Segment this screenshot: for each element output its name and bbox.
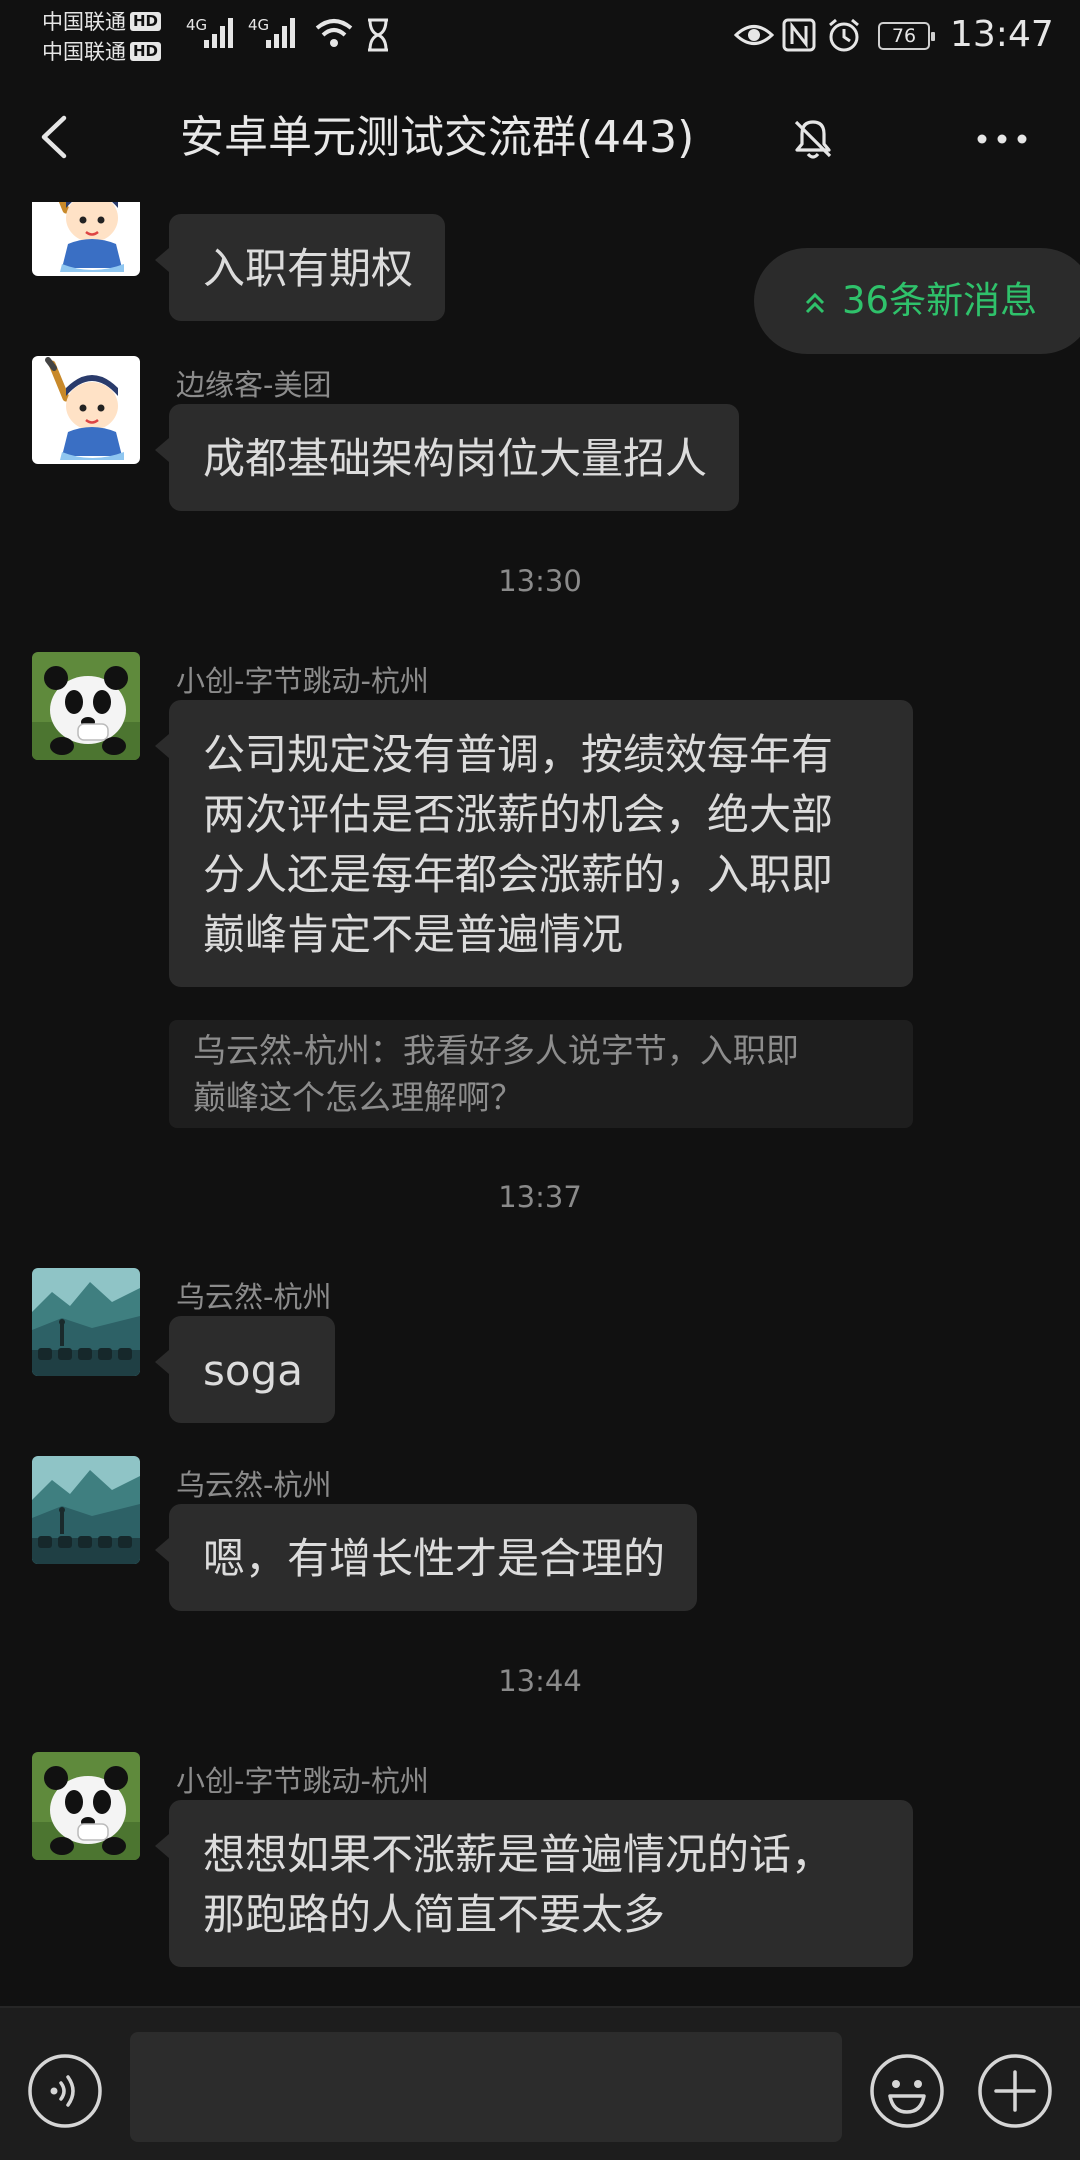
new-messages-label: 36条新消息 <box>842 279 1038 322</box>
sender-name: 小创-字节跳动-杭州 <box>176 664 429 698</box>
message-bubble[interactable]: 公司规定没有普调，按绩效每年有 两次评估是否涨薪的机会，绝大部 分人还是每年都会… <box>155 700 913 987</box>
voice-icon[interactable] <box>26 2052 104 2130</box>
eye-icon <box>734 25 774 45</box>
sender-name: 乌云然-杭州 <box>176 1280 332 1314</box>
chat-header: 安卓单元测试交流群(443) <box>0 72 1080 202</box>
emoji-icon[interactable] <box>868 2052 946 2130</box>
message-text: 成都基础架构岗位大量招人 <box>203 434 708 483</box>
signal-icon <box>204 18 233 48</box>
signal-icon-2 <box>266 18 295 48</box>
group-title: 安卓单元测试交流群(443) <box>180 112 695 163</box>
carrier-2-label: 中国联通 <box>42 40 126 64</box>
bell-off-icon[interactable] <box>790 116 836 162</box>
message-text: soga <box>203 1346 303 1395</box>
panda-avatar[interactable] <box>32 652 140 760</box>
back-chevron-icon[interactable] <box>30 110 84 164</box>
message-line: 分人还是每年都会涨薪的，入职即 <box>203 850 834 899</box>
input-bar <box>0 2006 1080 2160</box>
message-input[interactable] <box>130 2032 842 2142</box>
message-line: 想想如果不涨薪是普遍情况的话， <box>203 1830 834 1879</box>
message-line: 公司规定没有普调，按绩效每年有 <box>203 730 834 779</box>
carrier-info: 中国联通 HD 中国联通 HD <box>42 6 182 66</box>
nfc-icon <box>782 18 816 52</box>
message-bubble[interactable]: 入职有期权 <box>154 214 446 321</box>
message-list[interactable]: 入职有期权 36条新消息 边缘客-美团 成都基础架构岗位大量招人 13:30 小… <box>0 202 1080 2006</box>
message-line: 巅峰肯定不是普遍情况 <box>203 910 624 959</box>
panda-avatar[interactable] <box>32 1752 140 1860</box>
quote-line: 乌云然-杭州：我看好多人说字节，入职即 <box>193 1031 799 1070</box>
quoted-message[interactable]: 乌云然-杭州：我看好多人说字节，入职即 巅峰这个怎么理解啊？ <box>169 1020 913 1128</box>
message-bubble[interactable]: soga <box>155 1316 335 1423</box>
hd-badge: HD <box>130 11 162 31</box>
more-dots-icon[interactable] <box>972 116 1032 162</box>
landscape-avatar[interactable] <box>32 1456 140 1564</box>
message-line: 那跑路的人简直不要太多 <box>203 1890 666 1939</box>
timestamp: 13:30 <box>498 564 582 598</box>
carrier-1-label: 中国联通 <box>42 10 126 34</box>
alarm-icon <box>829 18 859 52</box>
battery-indicator: 76 <box>878 22 935 50</box>
double-chevron-up-icon <box>805 292 825 314</box>
message-text: 入职有期权 <box>203 244 414 293</box>
status-bar: 中国联通 HD 中国联通 HD 4G 4G 76 13:47 <box>0 0 1080 72</box>
cartoon-painter-avatar[interactable] <box>32 356 140 464</box>
plus-icon[interactable] <box>976 2052 1054 2130</box>
sender-name: 边缘客-美团 <box>176 368 332 402</box>
landscape-avatar[interactable] <box>32 1268 140 1376</box>
message-bubble[interactable]: 成都基础架构岗位大量招人 <box>154 404 740 511</box>
clock: 13:47 <box>950 14 1054 55</box>
sender-name: 小创-字节跳动-杭州 <box>176 1764 429 1798</box>
hourglass-icon <box>368 18 388 52</box>
cartoon-painter-avatar[interactable] <box>32 202 140 276</box>
quote-line: 巅峰这个怎么理解啊？ <box>193 1078 523 1117</box>
message-bubble[interactable]: 想想如果不涨薪是普遍情况的话， 那跑路的人简直不要太多 <box>155 1800 913 1967</box>
message-line: 两次评估是否涨薪的机会，绝大部 <box>203 790 834 839</box>
timestamp: 13:37 <box>498 1180 582 1214</box>
new-messages-button[interactable]: 36条新消息 <box>754 248 1080 354</box>
hd-badge: HD <box>130 41 162 61</box>
message-bubble[interactable]: 嗯，有增长性才是合理的 <box>154 1504 698 1611</box>
message-text: 嗯，有增长性才是合理的 <box>203 1534 666 1583</box>
sender-name: 乌云然-杭州 <box>176 1468 332 1502</box>
timestamp: 13:44 <box>498 1664 582 1698</box>
wifi-icon <box>315 19 353 47</box>
